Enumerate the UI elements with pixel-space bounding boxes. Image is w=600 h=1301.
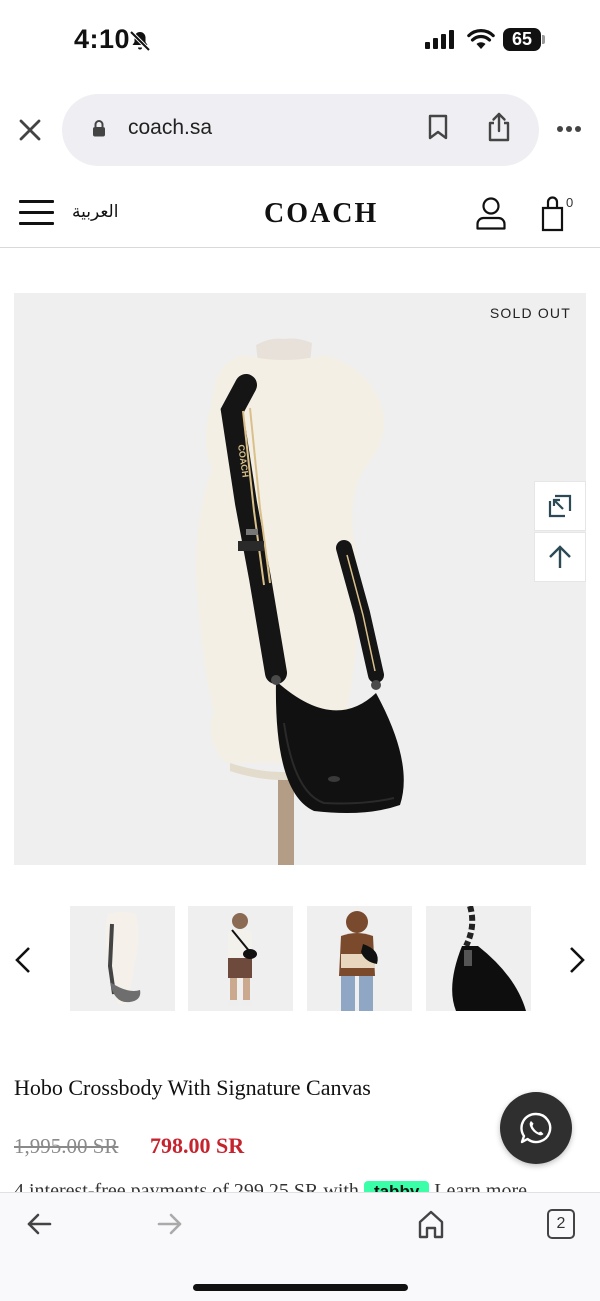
product-photo: COACH bbox=[195, 338, 404, 865]
battery-level: 65 bbox=[511, 29, 533, 49]
chevron-right-icon[interactable] bbox=[568, 946, 586, 974]
chevron-left-icon[interactable] bbox=[14, 946, 32, 974]
language-link[interactable]: العربية bbox=[72, 202, 118, 222]
tabs-icon[interactable]: 2 bbox=[547, 1209, 575, 1239]
wifi-icon bbox=[467, 29, 495, 49]
whatsapp-icon bbox=[520, 1112, 552, 1144]
scroll-top-button[interactable] bbox=[534, 532, 586, 582]
bell-slash-icon bbox=[129, 30, 151, 52]
scroll-top-icon bbox=[549, 545, 571, 568]
back-icon[interactable] bbox=[26, 1213, 52, 1235]
more-icon[interactable] bbox=[556, 125, 582, 133]
whatsapp-button[interactable] bbox=[500, 1092, 572, 1164]
product-title: Hobo Crossbody With Signature Canvas bbox=[14, 1075, 371, 1100]
learn-more-link[interactable]: Learn more bbox=[434, 1180, 527, 1192]
installment-info: 4 interest-free payments of 299.25 SR wi… bbox=[14, 1178, 600, 1192]
thumbnail-mannequin[interactable] bbox=[70, 906, 175, 1011]
status-time: 4:10 bbox=[74, 24, 131, 54]
thumbnail-model-side[interactable] bbox=[307, 906, 412, 1011]
menu-icon[interactable] bbox=[19, 200, 54, 226]
browser-toolbar: 2 bbox=[0, 1192, 600, 1301]
account-icon[interactable] bbox=[475, 196, 507, 230]
shopping-bag-icon[interactable] bbox=[539, 196, 569, 232]
bookmark-icon[interactable] bbox=[428, 114, 448, 140]
home-indicator bbox=[193, 1284, 408, 1291]
thumbnail-carousel bbox=[0, 906, 600, 1012]
installment-text: 4 interest-free payments of 299.25 SR wi… bbox=[14, 1180, 359, 1192]
thumbnail-detail[interactable] bbox=[426, 906, 531, 1011]
home-icon[interactable] bbox=[417, 1209, 445, 1239]
expand-image-button[interactable] bbox=[534, 481, 586, 531]
expand-icon bbox=[548, 494, 572, 518]
sold-out-badge: SOLD OUT bbox=[489, 305, 571, 321]
sale-price: 798.00 SR bbox=[150, 1133, 245, 1158]
share-icon[interactable] bbox=[486, 112, 512, 142]
coach-logo[interactable]: COACH bbox=[264, 198, 378, 230]
product-main-image[interactable]: COACH SOLD OUT bbox=[14, 293, 586, 865]
tabby-logo: tabby bbox=[363, 1181, 430, 1192]
signal-icon bbox=[425, 29, 454, 49]
lock-icon bbox=[93, 120, 105, 137]
status-bar: 4:10 65 bbox=[0, 0, 600, 80]
browser-address-bar: coach.sa bbox=[0, 92, 600, 168]
site-header: العربية COACH 0 bbox=[0, 182, 600, 248]
battery-icon: 65 bbox=[503, 28, 545, 51]
forward-icon[interactable] bbox=[157, 1213, 183, 1235]
close-icon[interactable] bbox=[18, 118, 42, 142]
bag-count: 0 bbox=[566, 195, 574, 210]
thumbnail-model-front[interactable] bbox=[188, 906, 293, 1011]
url-text[interactable]: coach.sa bbox=[128, 116, 212, 140]
original-price: 1,995.00 SR bbox=[14, 1134, 119, 1158]
